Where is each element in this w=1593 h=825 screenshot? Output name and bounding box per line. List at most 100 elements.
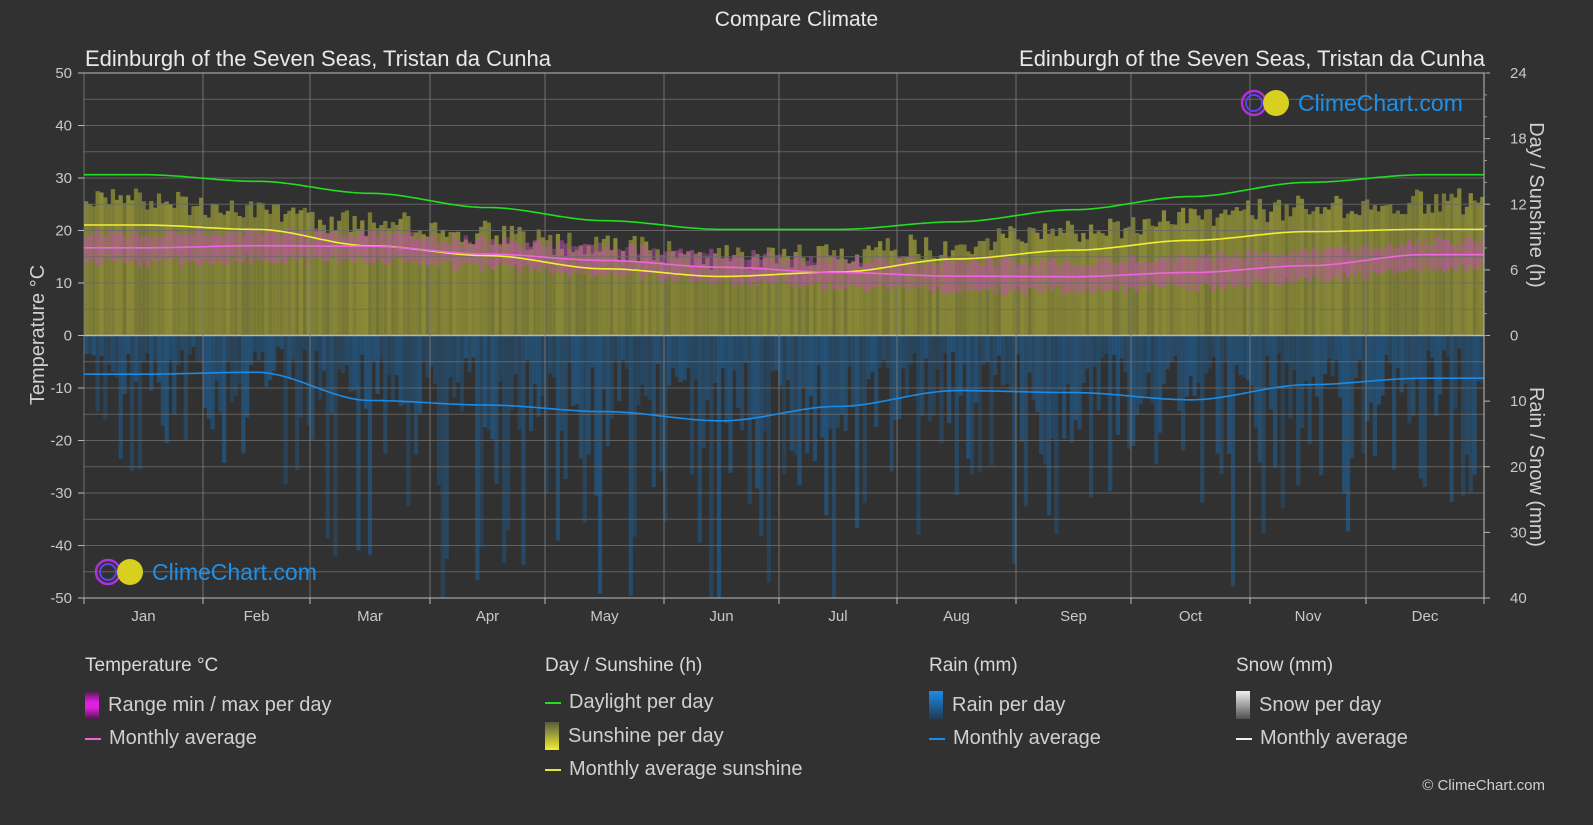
rain-day-bar [1273,335,1278,468]
sunshine-day-bar [486,222,491,336]
rain-day-bar [950,335,956,353]
temp-range-day-bar [1472,241,1477,270]
rain-day-bar [1146,335,1151,373]
rain-day-bar [1242,335,1247,378]
rain-day-bar [1111,335,1117,355]
legend-title: Rain (mm) [929,655,1018,676]
temp-range-day-bar [1422,238,1427,266]
rain-day-bar [996,335,1002,356]
rain-day-bar [1422,335,1427,487]
temp-range-day-bar [110,231,116,261]
rain-day-bar [1311,335,1316,377]
temp-range-day-bar [463,235,468,263]
temp-range-day-bar [1115,262,1121,292]
sunshine-day-bar [517,227,522,336]
rain-day-bar [1173,335,1178,356]
temp-range-day-bar [620,251,626,276]
temp-range-day-bar [540,245,545,267]
rain-day-bar [713,335,718,384]
temp-range-day-bar [118,229,123,258]
rain-day-bar [172,335,177,415]
sunshine-day-bar [1342,218,1347,336]
temp-range-day-bar [1092,265,1098,292]
rain-day-bar [141,335,146,362]
legend-title: Temperature °C [85,655,219,676]
temp-range-day-bar [808,256,814,286]
temp-range-day-bar [1311,248,1316,276]
rain-day-bar [479,335,484,548]
temp-range-day-bar [398,232,403,256]
rain-day-bar [1119,335,1124,359]
sunshine-day-bar [225,210,231,336]
left-tick-label: 10 [55,275,72,292]
rain-day-bar [91,335,96,356]
rain-day-bar [897,335,902,419]
rain-day-bar [674,335,679,378]
temp-range-day-bar [214,235,219,259]
rain-day-bar [927,335,933,422]
rain-day-bar [590,335,595,368]
temp-range-day-bar [1437,235,1443,269]
rain-day-bar [582,335,587,523]
left-tick-label: 50 [55,65,72,82]
temp-range-day-bar [302,229,307,256]
sunshine-day-bar [275,204,281,336]
sunshine-day-bar [84,201,89,336]
rain-day-bar [252,335,258,352]
rain-day-bar [1004,335,1009,384]
temp-range-day-bar [84,237,89,265]
rain-day-bar [732,335,737,371]
rain-day-bar [283,335,288,485]
rain-day-bar [1353,335,1358,379]
right-bottom-axis-title: Rain / Snow (mm) [1525,387,1547,547]
rain-day-bar [981,335,986,365]
temp-range-day-bar [993,266,998,294]
rain-day-bar [1296,335,1301,486]
right-top-tick-label: 18 [1510,131,1527,148]
rain-day-bar [1138,335,1144,405]
rain-day-bar [275,335,281,348]
rain-day-bar [321,335,327,371]
rain-day-bar [1035,335,1040,413]
rain-day-bar [1039,335,1044,455]
rain-day-bar [425,335,430,378]
sunshine-day-bar [168,204,173,336]
rain-day-bar [298,335,304,418]
rain-day-bar [287,335,292,378]
rain-day-bar [509,335,514,411]
temp-range-day-bar [962,256,967,287]
temp-range-day-bar [505,237,511,263]
rain-day-bar [1042,335,1048,465]
rain-day-bar [1188,335,1193,377]
rain-day-bar [1219,335,1224,475]
rain-day-bar [1134,335,1140,416]
sunshine-day-bar [889,250,894,336]
legend-label: Range min / max per day [108,693,332,716]
right-top-tick-label: 24 [1510,65,1527,82]
temp-range-day-bar [145,236,150,268]
rain-day-bar [210,335,215,430]
rain-day-bar [410,335,415,402]
temp-range-day-bar [816,254,821,282]
legend-title: Snow (mm) [1236,655,1334,676]
rain-day-bar [149,335,154,391]
sunshine-day-bar [966,251,971,336]
temp-range-day-bar [176,233,181,257]
left-tick-label: -40 [50,538,72,555]
rain-day-bar [1196,335,1201,383]
temp-range-day-bar [594,251,599,276]
rain-day-bar [364,335,369,409]
temp-range-day-bar [153,235,158,264]
rain-day-bar [122,335,127,395]
temp-range-day-bar [218,235,223,262]
rain-day-bar [1096,335,1101,411]
sunshine-day-bar [118,195,123,336]
temp-range-day-bar [1280,252,1285,286]
temp-range-day-bar [1188,257,1193,292]
rain-day-bar [816,335,821,366]
right-bottom-tick-label: 10 [1510,393,1527,410]
rain-day-bar [206,335,211,419]
rain-day-bar [1077,335,1082,430]
temp-range-day-bar [1426,242,1431,272]
data-bands [84,188,1485,598]
